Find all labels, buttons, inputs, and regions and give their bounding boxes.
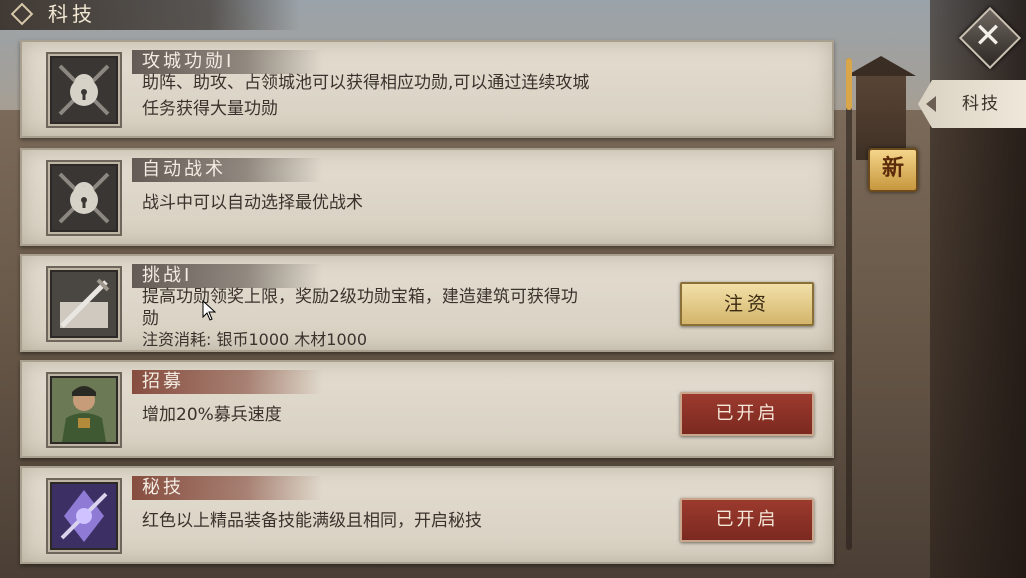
new-badge-label: 新 (881, 156, 904, 181)
page-title: 科技 (48, 2, 96, 26)
scrollbar-thumb[interactable] (846, 58, 852, 110)
general-portrait-icon (46, 372, 122, 448)
lock-icon (46, 160, 122, 236)
arrow-left-icon (926, 96, 936, 112)
tab-tech-label: 科技 (962, 94, 1000, 114)
item-name: 自动战术 (142, 159, 226, 180)
item-description: 增加20%募兵速度 (142, 405, 282, 425)
tech-item-recruit: 招募 增加20%募兵速度 已开启 (20, 360, 834, 458)
item-description-line-2: 任务获得大量功勋 (142, 99, 278, 119)
tech-item-auto-tactics: 自动战术 战斗中可以自动选择最优战术 (20, 148, 834, 246)
close-icon: ✕ (973, 16, 1003, 56)
background-watchtower (856, 70, 906, 160)
enabled-button[interactable]: 已开启 (680, 392, 814, 436)
tech-item-secret-skill: 秘技 红色以上精品装备技能满级且相同，开启秘技 已开启 (20, 466, 834, 564)
new-badge[interactable]: 新 (868, 148, 918, 192)
sword-scroll-icon (46, 266, 122, 342)
mouse-cursor-icon (202, 300, 217, 321)
title-bar: 科技 (0, 0, 300, 30)
tech-item-siege-merit: 攻城功勋Ⅰ 助阵、助攻、占领城池可以获得相应功勋,可以通过连续攻城 任务获得大量… (20, 40, 834, 138)
lock-icon (46, 52, 122, 128)
close-button[interactable]: ✕ (958, 6, 1022, 70)
invest-button[interactable]: 注资 (680, 282, 814, 326)
item-description: 战斗中可以自动选择最优战术 (142, 193, 363, 213)
item-name: 秘技 (142, 477, 184, 498)
item-name: 招募 (142, 371, 184, 392)
tab-tech[interactable]: 科技 (918, 80, 1026, 128)
item-description-line-1: 助阵、助攻、占领城池可以获得相应功勋,可以通过连续攻城 (142, 73, 590, 93)
tech-item-challenge: 挑战Ⅰ 提高功勋领奖上限，奖励2级功勋宝箱，建造建筑可获得功 勋 注资消耗: 银… (20, 254, 834, 352)
weapon-crystal-icon (46, 478, 122, 554)
item-description: 红色以上精品装备技能满级且相同，开启秘技 (142, 511, 482, 531)
scrollbar-track[interactable] (846, 58, 852, 550)
diamond-icon (10, 2, 34, 26)
investment-cost: 注资消耗: 银币1000 木材1000 (142, 330, 368, 349)
enabled-button[interactable]: 已开启 (680, 498, 814, 542)
